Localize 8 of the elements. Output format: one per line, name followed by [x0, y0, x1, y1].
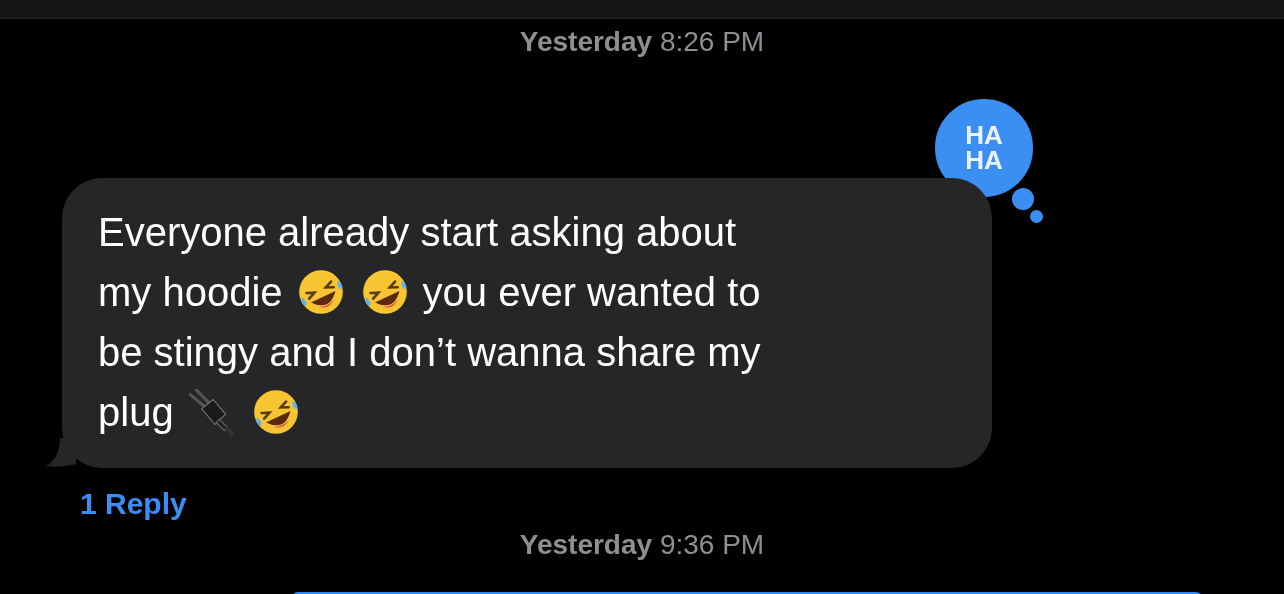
- timestamp: Yesterday 8:26 PM: [519, 25, 765, 59]
- message-text: my hoodie: [98, 269, 283, 316]
- timestamp: Yesterday 9:36 PM: [519, 528, 765, 562]
- message-text: you ever wanted to: [422, 269, 761, 316]
- message-text: be stingy and I don’t wanna share my: [98, 329, 761, 376]
- message-text: plug: [98, 389, 174, 436]
- replies-link[interactable]: 1 Reply: [80, 486, 187, 522]
- message-text: Everyone already start asking about: [98, 209, 737, 256]
